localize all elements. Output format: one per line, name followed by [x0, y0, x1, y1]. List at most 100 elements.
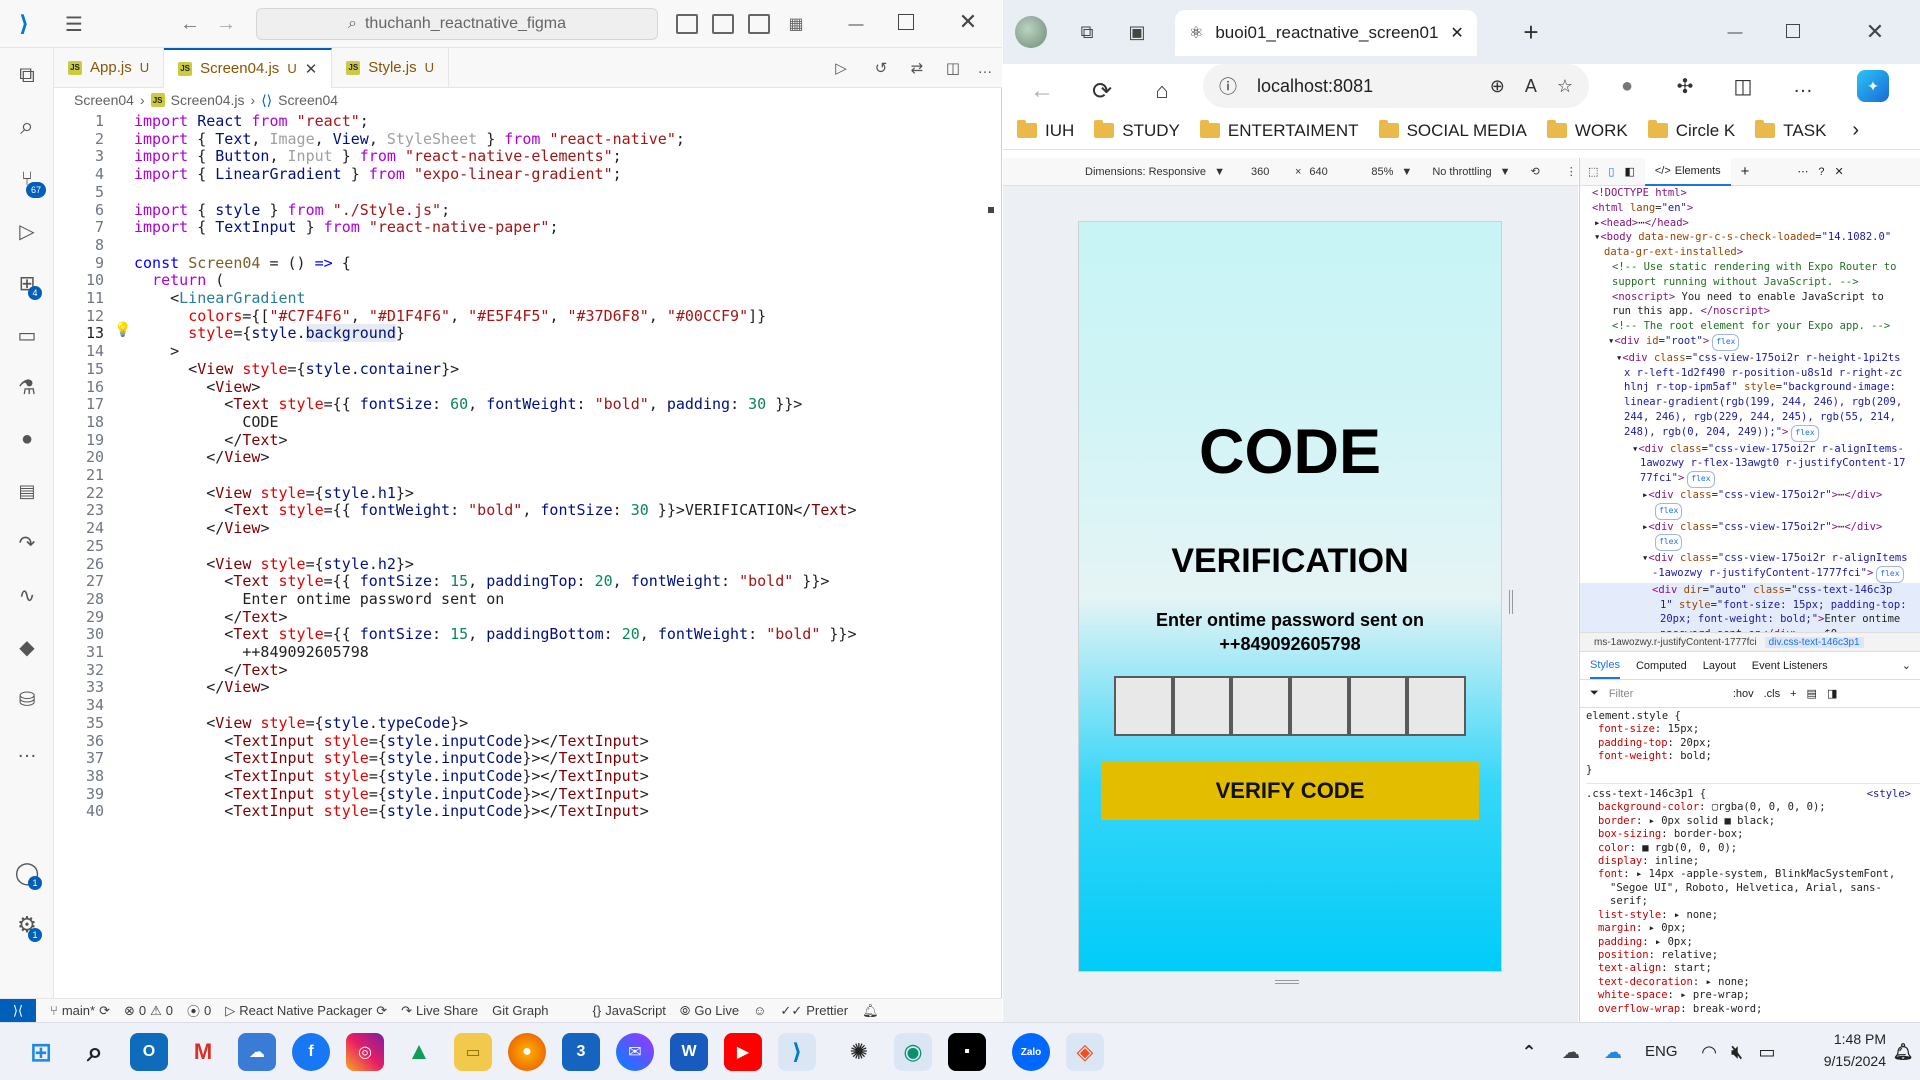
code-input-1[interactable] [1114, 676, 1173, 736]
favorite-folder-circle-k[interactable]: Circle K [1647, 120, 1735, 141]
verify-code-button[interactable]: VERIFY CODE [1101, 762, 1479, 820]
extensions-icon[interactable]: ✣ [1671, 72, 1699, 100]
start-windows-icon[interactable]: ⊞ [22, 1033, 60, 1071]
zalo-icon[interactable]: Zalo [1012, 1033, 1050, 1071]
code-input-3[interactable] [1231, 676, 1291, 736]
go-live-item[interactable]: ⦾ Go Live [680, 1003, 739, 1019]
crumb-parent[interactable]: ms-1awozwy.r-justifyContent-1777fci [1594, 637, 1757, 648]
favorite-star-icon[interactable]: ☆ [1557, 76, 1573, 97]
search-icon[interactable]: ⌕ [14, 113, 40, 140]
code-input-6[interactable] [1407, 676, 1467, 736]
resize-handle-right[interactable] [1509, 590, 1513, 614]
back-arrow-icon[interactable]: ← [178, 12, 202, 36]
chevron-right-icon[interactable]: › [1852, 119, 1859, 142]
youtube-icon[interactable]: ▶ [724, 1033, 762, 1071]
subtab-computed[interactable]: Computed [1636, 660, 1687, 672]
inspect-icon[interactable]: ⬚ [1588, 165, 1598, 178]
command-center-search[interactable]: ⌕ thuchanh_reactnative_figma [256, 8, 658, 40]
code-input-4[interactable] [1290, 676, 1349, 736]
subtab-event-listeners[interactable]: Event Listeners [1752, 660, 1828, 672]
compare-icon[interactable]: ⇄ [906, 58, 928, 78]
close-devtools-icon[interactable]: ✕ [1835, 165, 1844, 178]
toggle-panel-icon[interactable] [712, 14, 734, 34]
dom-tree[interactable]: <!DOCTYPE html> <html lang="en"> ▸<head>… [1580, 186, 1920, 632]
favorite-folder-work[interactable]: WORK [1546, 120, 1628, 141]
notification-bell-icon[interactable]: 🔔︎ [1890, 1033, 1916, 1071]
google-drive-icon[interactable]: ▲ [400, 1033, 438, 1071]
zoom-select[interactable]: 85% [1371, 166, 1393, 178]
run-code-icon[interactable]: ▷ [830, 58, 852, 78]
more-actions-icon[interactable]: … [974, 58, 996, 78]
code-editor[interactable]: 1 2 3 4 5 6 7 8 9 10 11 12 13 14 15 16 17 18 19 20 21 22 23 24 2… [54, 112, 994, 998]
tab-app-js[interactable]: JS App.js U [54, 47, 165, 88]
run-debug-icon[interactable]: ▷ [14, 218, 40, 244]
instagram-icon[interactable]: ◎ [346, 1033, 384, 1071]
battery-icon[interactable]: ▭ [1748, 1033, 1786, 1071]
browser-tab-active[interactable]: ⚛ buoi01_reactnative_screen01 ✕ [1175, 10, 1477, 56]
split-screen-icon[interactable]: ◫ [1729, 72, 1757, 100]
code-input-2[interactable] [1172, 676, 1232, 736]
tab-screen04-js[interactable]: JS Screen04.js U ✕ [164, 47, 333, 88]
height-input[interactable]: 640 [1309, 166, 1345, 178]
close-icon[interactable]: ✕ [956, 9, 980, 34]
more-options-icon[interactable]: ⋮ [1566, 165, 1577, 178]
toggle-sidebar-icon[interactable] [676, 14, 698, 34]
read-aloud-icon[interactable]: A [1525, 76, 1537, 97]
chatgpt-icon[interactable]: ✺ [840, 1033, 878, 1071]
chevron-down-icon[interactable]: ⌄ [1902, 659, 1911, 672]
new-tab-icon[interactable]: + [1517, 17, 1545, 47]
breadcrumb-file[interactable]: Screen04.js [171, 92, 245, 108]
messenger-icon[interactable]: ✉ [616, 1033, 654, 1071]
outlook-icon[interactable]: O [130, 1033, 168, 1071]
more-tools-icon[interactable]: ⋯ [1797, 165, 1808, 178]
width-input[interactable]: 360 [1251, 166, 1287, 178]
computed-toggle-icon[interactable]: ▤ [1807, 687, 1817, 700]
forward-arrow-icon[interactable]: → [214, 12, 238, 36]
branch-item[interactable]: ⑂ main* ⟳ [50, 1003, 110, 1019]
rotate-icon[interactable]: ⟲ [1531, 165, 1540, 178]
help-icon[interactable]: ? [1818, 166, 1824, 178]
figma-icon[interactable]: ◈ [1066, 1033, 1104, 1071]
close-tab-icon[interactable]: ✕ [305, 60, 318, 78]
minimap-scrollbar[interactable] [988, 207, 994, 213]
add-rule-icon[interactable]: + [1790, 688, 1796, 700]
filter-input[interactable]: Filter [1609, 688, 1709, 700]
favorite-folder-entertaiment[interactable]: ENTERTAIMENT [1199, 120, 1359, 141]
remote-explorer-icon[interactable]: ▭ [14, 322, 40, 348]
edge-icon[interactable]: ◉ [894, 1033, 932, 1071]
settings-more-icon[interactable]: … [1789, 72, 1817, 100]
styles-pane[interactable]: element.style { font-size: 15px; padding… [1580, 710, 1920, 1022]
code-input-5[interactable] [1348, 676, 1408, 736]
sidebar-icon[interactable]: ◨ [1827, 687, 1837, 700]
docker-icon[interactable]: ▤ [14, 478, 40, 504]
close-icon[interactable]: ✕ [1861, 18, 1889, 46]
word-icon[interactable]: W [670, 1033, 708, 1071]
clock-time[interactable]: 1:48 PM [1806, 1031, 1886, 1047]
live-share-icon[interactable]: ↷ [14, 530, 40, 556]
add-tab-icon[interactable]: + [1741, 163, 1750, 180]
git-graph-icon[interactable]: ∿ [14, 582, 40, 608]
maximize-icon[interactable] [1786, 24, 1800, 38]
clock-date[interactable]: 9/15/2024 [1806, 1053, 1886, 1069]
ports-item[interactable]: ⦿ 0 [187, 1001, 211, 1020]
maximize-icon[interactable] [898, 14, 914, 30]
copilot-icon[interactable]: ✦ [1857, 70, 1889, 102]
language-item[interactable]: {} JavaScript [593, 1003, 666, 1018]
language-indicator[interactable]: ENG [1645, 1043, 1678, 1060]
facebook-icon[interactable]: f [292, 1033, 330, 1071]
explorer-icon[interactable]: ⧉ [14, 62, 40, 88]
onedrive-cloud-icon[interactable]: ☁ [238, 1033, 276, 1071]
github-icon[interactable]: ● [14, 426, 40, 452]
favorite-folder-social-media[interactable]: SOCIAL MEDIA [1378, 120, 1527, 141]
more-icon[interactable]: … [14, 738, 40, 764]
jetbrains-icon[interactable]: ▪ [948, 1033, 986, 1071]
minimize-icon[interactable]: — [1723, 20, 1747, 44]
chevron-up-icon[interactable]: ⌃ [1510, 1033, 1548, 1071]
customize-layout-icon[interactable]: ▦ [786, 14, 806, 34]
tab-elements[interactable]: </> Elements [1644, 157, 1731, 186]
workspaces-icon[interactable]: ⧉ [1075, 20, 1099, 44]
address-bar[interactable]: ⓘ localhost:8081 ⊕ A ☆ [1203, 64, 1589, 108]
back-arrow-icon[interactable]: ← [1027, 76, 1057, 106]
gmail-icon[interactable]: M [184, 1033, 222, 1071]
home-icon[interactable]: ⌂ [1147, 76, 1177, 106]
